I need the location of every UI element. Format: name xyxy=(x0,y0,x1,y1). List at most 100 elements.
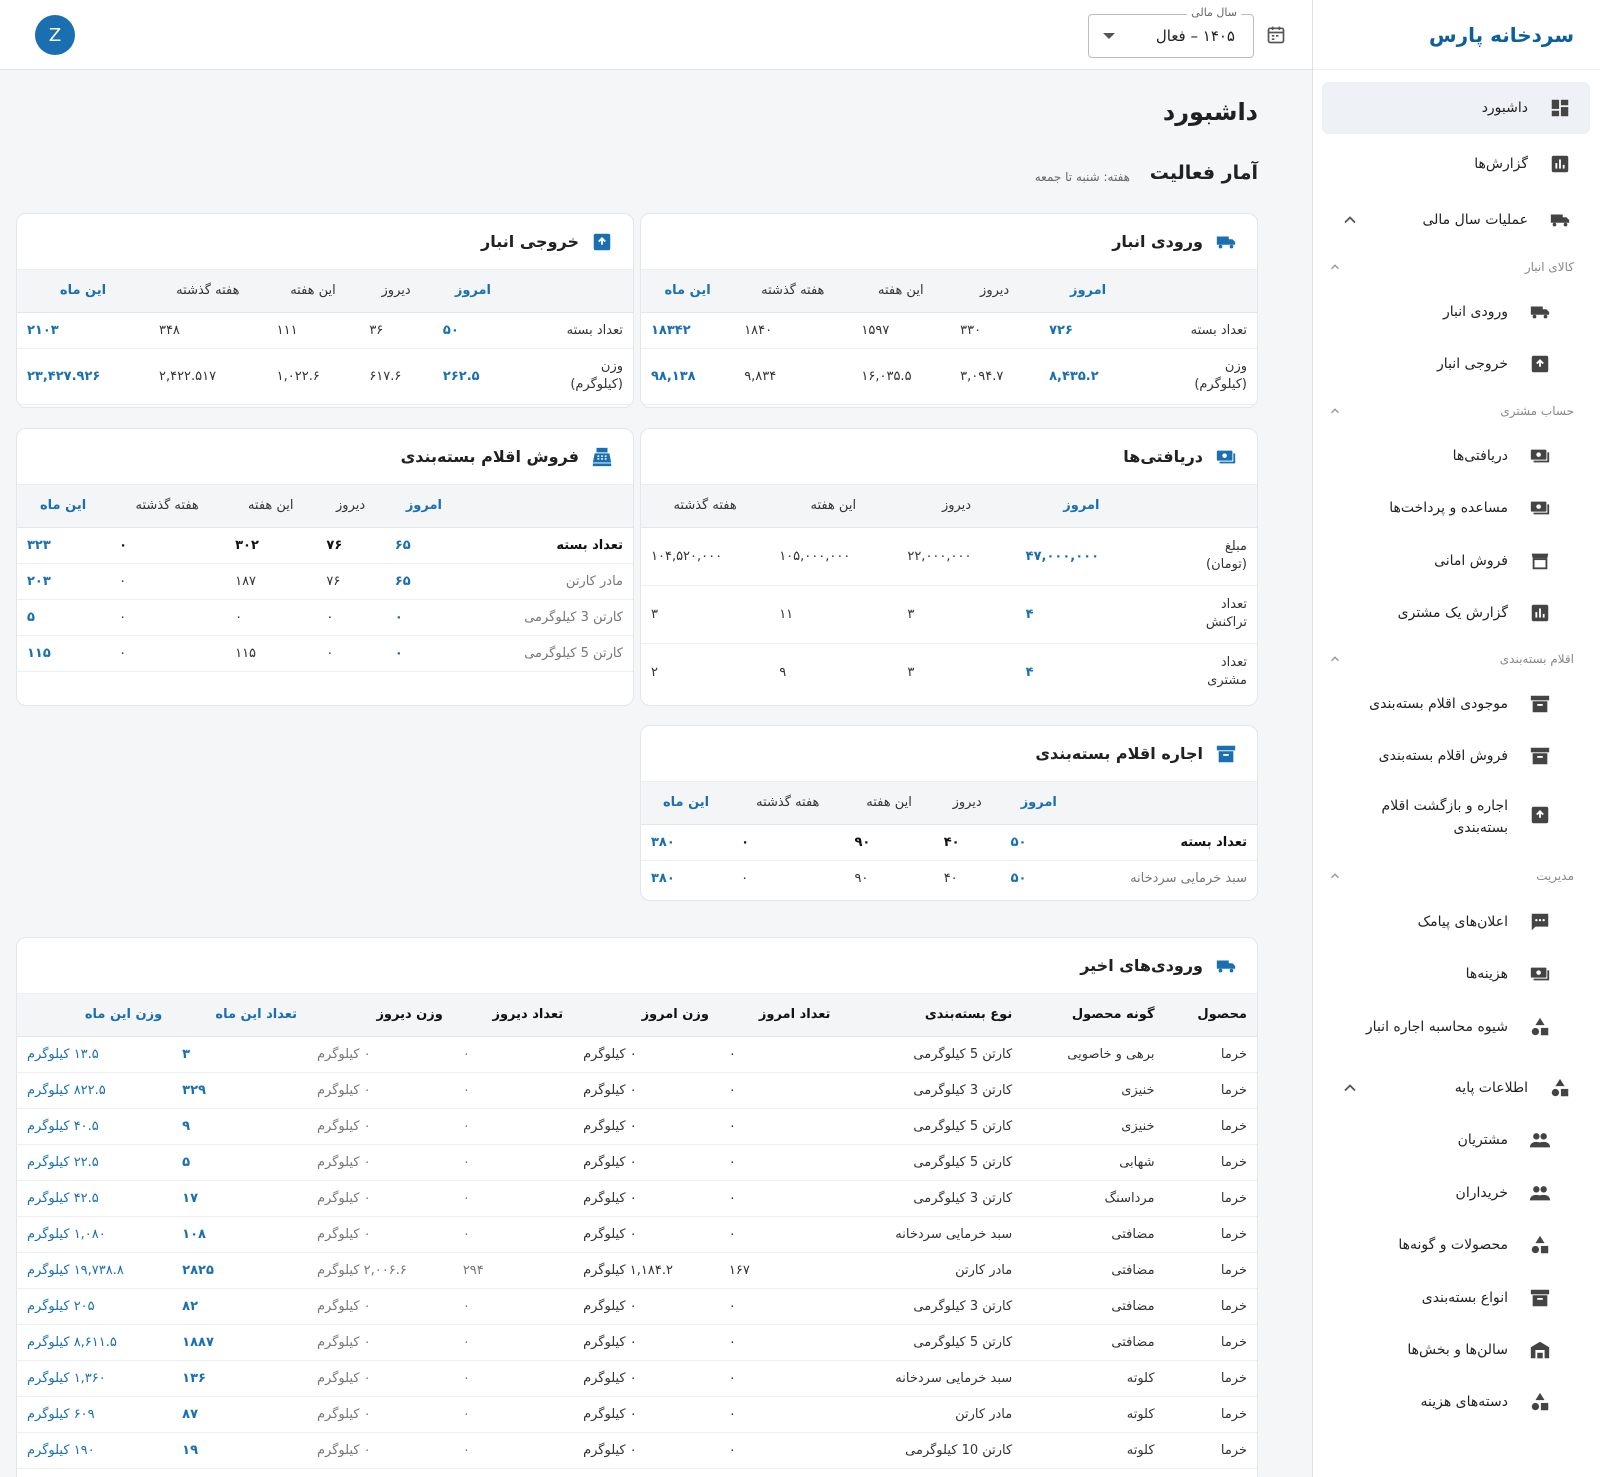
cell-count-today: ۰ xyxy=(718,1360,841,1397)
bar-chart-icon xyxy=(1528,601,1552,625)
cell-weight-yesterday: ۰ کیلوگرم xyxy=(306,1324,453,1361)
sidebar-item-label: گزارش‌ها xyxy=(1474,156,1528,172)
truck-icon xyxy=(1213,953,1239,979)
row-label: تعداد بسته xyxy=(463,527,633,564)
sidebar-item-aid[interactable]: مساعده و پرداخت‌ها xyxy=(1322,482,1590,534)
cell-last-week: ۰ xyxy=(109,635,226,672)
recent-inbound-card: ورودی‌های اخیر محصول گونه محصول نوع بسته… xyxy=(16,937,1258,1477)
cash-icon xyxy=(1528,496,1552,520)
sidebar-item-label: اجاره و بازگشت اقلام بسته‌بندی xyxy=(1382,795,1508,839)
cell-variety: مضافتی xyxy=(1022,1216,1165,1253)
sidebar-item-halls[interactable]: سالن‌ها و بخش‌ها xyxy=(1322,1324,1590,1376)
chevron-up-icon xyxy=(1328,404,1342,418)
sidebar-item-buyers[interactable]: خریداران xyxy=(1322,1167,1590,1219)
sidebar-item-customer-report[interactable]: گزارش یک مشتری xyxy=(1322,587,1590,639)
card-header: اجاره اقلام بسته‌بندی xyxy=(641,726,1257,782)
cell-count-today: ۰ xyxy=(718,1288,841,1325)
sidebar-item-products[interactable]: محصولات و گونه‌ها xyxy=(1322,1219,1590,1271)
cell-this-month: ۹۸,۱۳۸ xyxy=(641,348,735,405)
cell-this-month: ۱۸۳۴۲ xyxy=(641,312,735,349)
shapes-icon xyxy=(1528,1233,1552,1257)
table-header-row: امروز دیروز این هفته هفته گذشته xyxy=(641,485,1257,528)
card-header: ورودی‌های اخیر xyxy=(17,938,1257,994)
chat-icon xyxy=(1528,910,1552,934)
fiscal-year-value: ۱۴۰۵ – فعال xyxy=(1155,27,1235,45)
cell-weight-month: ۱۹۰ کیلوگرم xyxy=(17,1432,173,1469)
cell-weight-yesterday: ۰ کیلوگرم xyxy=(306,1360,453,1397)
cell-this-week: ۱۵۹۷ xyxy=(851,312,951,349)
chevron-up-icon[interactable] xyxy=(1340,1078,1360,1098)
table-row: خرما کلوته کارتن 10 کیلوگرمی ۰ ۰ کیلوگرم ۰ ۰ ک… xyxy=(17,1432,1257,1469)
sidebar-item-pack-stock[interactable]: موجودی اقلام بسته‌بندی xyxy=(1322,678,1590,730)
cell-weight-month: ۲۰۵ کیلوگرم xyxy=(17,1288,173,1325)
sidebar-item-wh-in[interactable]: ورودی انبار xyxy=(1322,286,1590,338)
sidebar-item-rent-calc[interactable]: شیوه محاسبه اجاره انبار xyxy=(1322,1001,1590,1053)
cell-product: خرما xyxy=(1164,1180,1257,1217)
cell-weight-yesterday: ۰ کیلوگرم xyxy=(306,1216,453,1253)
sidebar-item-cost-categories[interactable]: دسته‌های هزینه xyxy=(1322,1376,1590,1428)
sidebar-item-pack-types[interactable]: انواع بسته‌بندی xyxy=(1322,1272,1590,1324)
col-this-week: این هفته xyxy=(769,485,898,528)
sidebar-item-consign[interactable]: فروش امانی xyxy=(1322,535,1590,587)
sidebar-item-pack-sale[interactable]: فروش اقلام بسته‌بندی xyxy=(1322,730,1590,782)
card-header: فروش اقلام بسته‌بندی xyxy=(17,429,633,485)
cell-variety: کلوته xyxy=(1022,1360,1165,1397)
row-label: مادر کارتن xyxy=(463,563,633,600)
cell-pack-type: کارتن 5 کیلوگرمی xyxy=(840,1108,1023,1145)
nav-section-pack[interactable]: اقلام بسته‌بندی xyxy=(1328,648,1574,670)
table-header-row: امروز دیروز این هفته هفته گذشته این ماه xyxy=(641,782,1257,825)
table-row: خرما شهابی کارتن 5 کیلوگرمی ۰ ۰ کیلوگرم ۰ ۰ کی… xyxy=(17,1144,1257,1181)
sidebar-item-sms[interactable]: اعلان‌های پیامک xyxy=(1322,896,1590,948)
nav-section-admin[interactable]: مدیریت xyxy=(1328,865,1574,887)
cell-weight-yesterday: ۰ کیلوگرم xyxy=(306,1432,453,1469)
cash-icon xyxy=(1528,444,1552,468)
row-label: کارتن 3 کیلوگرمی xyxy=(463,599,633,636)
cell-weight-yesterday: ۰ کیلوگرم xyxy=(306,1288,453,1325)
cell-pack-type: سبد خرمایی سردخانه xyxy=(840,1360,1023,1397)
sidebar-item-label: دسته‌های هزینه xyxy=(1420,1394,1509,1410)
cell-count-today: ۰ xyxy=(718,1144,841,1181)
nav-section-goods[interactable]: کالای انبار xyxy=(1328,256,1574,278)
outbound-card: خروجی انبار امروز دیروز این هفته هفته گذ… xyxy=(16,213,634,408)
cell-last-week: ۳۴۸ xyxy=(148,312,267,349)
col-today: امروز xyxy=(1015,485,1147,528)
nav-section-customer[interactable]: حساب مشتری xyxy=(1328,400,1574,422)
cell-count-today: ۱۶۷ xyxy=(718,1252,841,1289)
avatar[interactable]: Z xyxy=(35,15,75,55)
sidebar-item-label: ورودی انبار xyxy=(1443,304,1508,320)
sidebar-item-customers[interactable]: مشتریان xyxy=(1322,1114,1590,1166)
chevron-up-icon[interactable] xyxy=(1340,210,1360,230)
sidebar-item-costs[interactable]: هزینه‌ها xyxy=(1322,948,1590,1000)
cell-product: خرما xyxy=(1164,1108,1257,1145)
col-pack-type: نوع بسته‌بندی xyxy=(840,994,1023,1037)
card-header: خروجی انبار xyxy=(17,214,633,270)
sidebar-item-pack-rent[interactable]: اجاره و بازگشت اقلام بسته‌بندی xyxy=(1322,782,1590,848)
sidebar-item-label: محصولات و گونه‌ها xyxy=(1398,1237,1508,1253)
sidebar-item-base-info[interactable]: اطلاعات پایه xyxy=(1322,1062,1590,1114)
sidebar-item-fiscal-ops[interactable]: عملیات سال مالی xyxy=(1322,194,1590,246)
col-this-month: این ماه xyxy=(17,485,110,528)
cell-this-week: ۱۶,۰۳۵.۵ xyxy=(851,348,951,405)
sidebar-item-reports[interactable]: گزارش‌ها xyxy=(1322,138,1590,190)
sidebar-item-dashboard[interactable]: داشبورد xyxy=(1322,82,1590,134)
sidebar-item-label: انواع بسته‌بندی xyxy=(1421,1290,1508,1306)
sidebar-item-receipts[interactable]: دریافتی‌ها xyxy=(1322,430,1590,482)
col-count-today: تعداد امروز xyxy=(718,994,841,1037)
pack-sales-table: امروز دیروز این هفته هفته گذشته این ماه … xyxy=(17,485,633,672)
cell-this-week: ۱۱۱ xyxy=(266,312,360,349)
cell-count-today: ۰ xyxy=(718,1180,841,1217)
table-row: خرما مضافتی کارتن 5 کیلوگرمی ۰ ۰ کیلوگرم ۰ ۰ ک… xyxy=(17,1324,1257,1361)
cell-weight-today: ۰ کیلوگرم xyxy=(573,1072,719,1109)
card-title: اجاره اقلام بسته‌بندی xyxy=(1035,744,1203,763)
sidebar-item-wh-out[interactable]: خروجی انبار xyxy=(1322,338,1590,390)
cell-pack-type: کارتن 5 کیلوگرمی xyxy=(840,1324,1023,1361)
cell-weight-today: ۰ کیلوگرم xyxy=(573,1144,719,1181)
cell-last-week: ۰ xyxy=(109,527,226,564)
fiscal-year-select[interactable]: سال مالی ۱۴۰۵ – فعال xyxy=(1088,6,1254,58)
cell-count-yesterday: ۰ xyxy=(452,1036,574,1073)
cell-product: خرما xyxy=(1164,1324,1257,1361)
row-label: تعداد مشتری xyxy=(1147,643,1257,701)
cell-this-week: ۱۸۷ xyxy=(225,563,317,600)
cell-weight-month: ۴۰.۵ کیلوگرم xyxy=(17,1108,173,1145)
receipts-card: دریافتی‌ها امروز دیروز این هفته هفته گذش… xyxy=(640,428,1258,706)
